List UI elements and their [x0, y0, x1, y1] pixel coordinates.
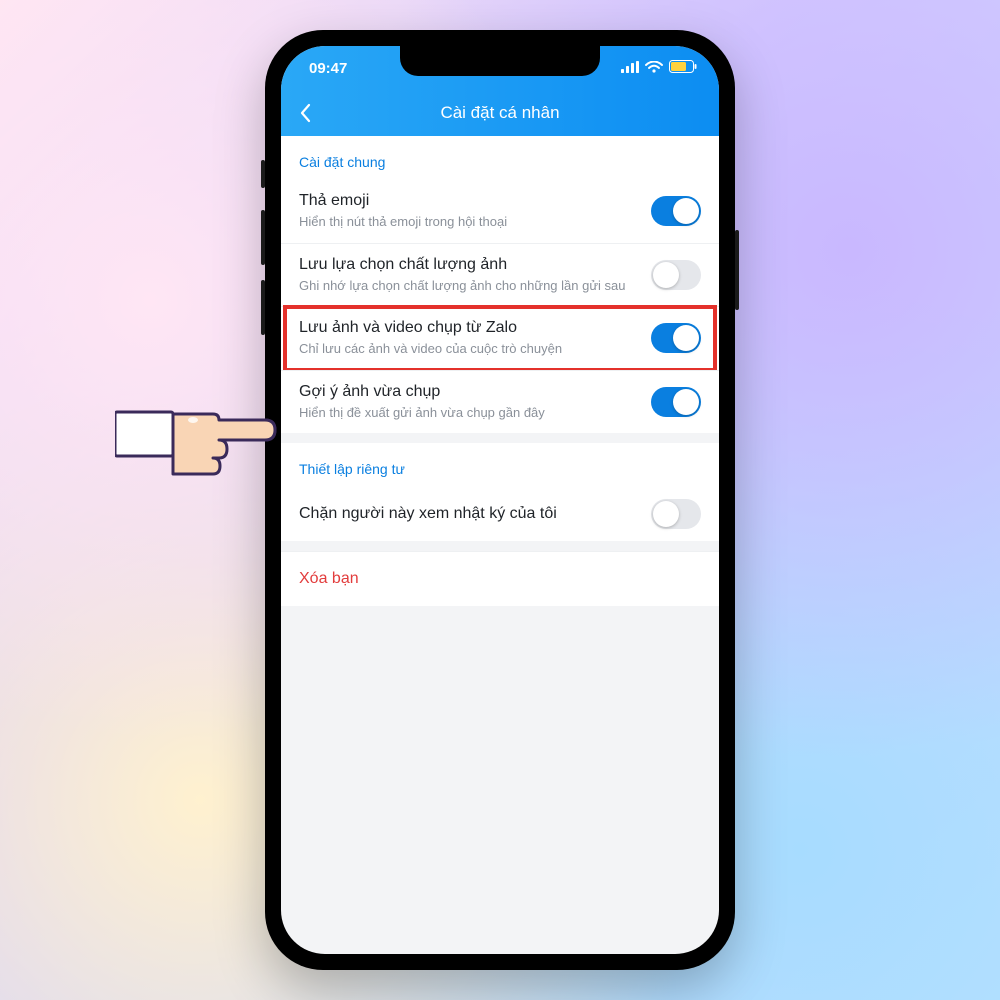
section-header-privacy: Thiết lập riêng tư	[281, 443, 719, 487]
volume-down-button	[261, 280, 265, 335]
row-title: Thả emoji	[299, 192, 639, 210]
battery-icon	[669, 60, 697, 77]
row-texts: Thả emoji Hiển thị nút thả emoji trong hộ…	[299, 192, 651, 231]
row-subtitle: Hiển thị nút thả emoji trong hội thoại	[299, 213, 639, 231]
general-item-row[interactable]: Lưu ảnh và video chụp từ Zalo Chỉ lưu các…	[281, 306, 719, 370]
page-title: Cài đặt cá nhân	[281, 103, 719, 123]
general-item-row[interactable]: Thả emoji Hiển thị nút thả emoji trong hộ…	[281, 180, 719, 243]
row-title: Lưu ảnh và video chụp từ Zalo	[299, 319, 639, 337]
section-header-general: Cài đặt chung	[281, 136, 719, 180]
delete-friend-button[interactable]: Xóa bạn	[281, 551, 719, 606]
general-item-row[interactable]: Lưu lựa chọn chất lượng ảnh Ghi nhớ lựa c…	[281, 243, 719, 307]
toggle-knob	[673, 389, 699, 415]
toggle-switch[interactable]	[651, 323, 701, 353]
toggle-knob	[653, 262, 679, 288]
toggle-switch[interactable]	[651, 387, 701, 417]
row-texts: Lưu ảnh và video chụp từ Zalo Chỉ lưu các…	[299, 319, 651, 358]
notch	[400, 46, 600, 76]
row-texts: Chặn người này xem nhật ký của tôi	[299, 505, 651, 523]
wifi-icon	[645, 60, 663, 77]
phone-frame: 09:47 Cài đặt cá nhân	[265, 30, 735, 970]
status-time: 09:47	[309, 60, 347, 77]
row-subtitle: Chỉ lưu các ảnh và video của cuộc trò ch…	[299, 340, 639, 358]
volume-up-button	[261, 210, 265, 265]
toggle-switch[interactable]	[651, 499, 701, 529]
signal-icon	[621, 60, 639, 77]
section-gap	[281, 433, 719, 443]
toggle-knob	[653, 501, 679, 527]
privacy-item-row[interactable]: Chặn người này xem nhật ký của tôi	[281, 487, 719, 541]
general-item-row[interactable]: Gợi ý ảnh vừa chụp Hiển thị đề xuất gửi ả…	[281, 370, 719, 434]
privacy-settings-list: Chặn người này xem nhật ký của tôi	[281, 487, 719, 541]
row-title: Lưu lựa chọn chất lượng ảnh	[299, 256, 639, 274]
toggle-switch[interactable]	[651, 260, 701, 290]
pointing-hand-icon	[115, 360, 280, 480]
screen: 09:47 Cài đặt cá nhân	[281, 46, 719, 954]
background-gradient: 09:47 Cài đặt cá nhân	[0, 0, 1000, 1000]
nav-bar: Cài đặt cá nhân	[281, 90, 719, 136]
row-texts: Gợi ý ảnh vừa chụp Hiển thị đề xuất gửi ả…	[299, 383, 651, 422]
content: Cài đặt chung Thả emoji Hiển thị nút thả …	[281, 136, 719, 606]
toggle-knob	[673, 198, 699, 224]
row-subtitle: Hiển thị đề xuất gửi ảnh vừa chụp gần đâ…	[299, 404, 639, 422]
row-title: Gợi ý ảnh vừa chụp	[299, 383, 639, 401]
delete-friend-label: Xóa bạn	[299, 570, 359, 587]
row-title: Chặn người này xem nhật ký của tôi	[299, 505, 639, 523]
toggle-knob	[673, 325, 699, 351]
row-texts: Lưu lựa chọn chất lượng ảnh Ghi nhớ lựa c…	[299, 256, 651, 295]
row-subtitle: Ghi nhớ lựa chọn chất lượng ảnh cho nhữn…	[299, 277, 639, 295]
power-button	[735, 230, 739, 310]
mute-switch	[261, 160, 265, 188]
general-settings-list: Thả emoji Hiển thị nút thả emoji trong hộ…	[281, 180, 719, 433]
toggle-switch[interactable]	[651, 196, 701, 226]
section-gap	[281, 541, 719, 551]
